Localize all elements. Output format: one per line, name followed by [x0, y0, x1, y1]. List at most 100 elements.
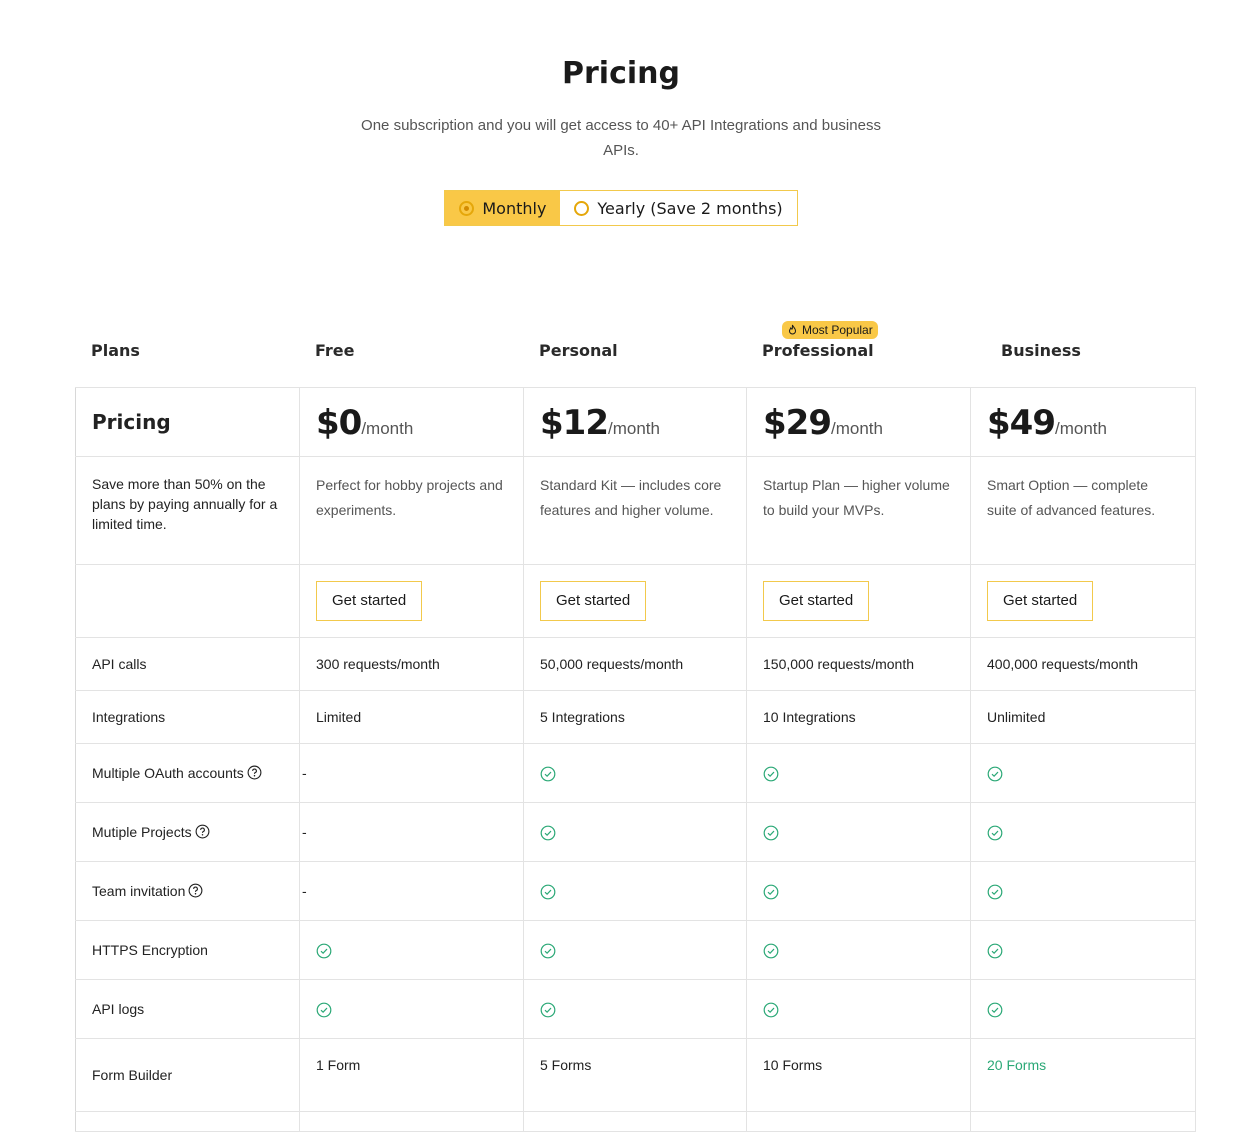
price-amount: $29 — [763, 403, 832, 443]
feature-value: 5 Integrations — [523, 690, 747, 744]
feature-label-cell: Mutiple Projects — [75, 802, 300, 862]
feature-label: HTTPS Encryption — [75, 920, 300, 980]
check-circle-icon — [540, 825, 556, 841]
get-started-business-button[interactable]: Get started — [987, 581, 1094, 621]
billing-toggle: Monthly Yearly (Save 2 months) — [444, 190, 798, 226]
help-circle-icon[interactable] — [247, 765, 262, 780]
cta-cell: Get started — [523, 564, 747, 638]
feature-value: 10 Integrations — [746, 690, 971, 744]
most-popular-badge-label: Most Popular — [802, 323, 873, 337]
pricing-table: Pricing $0/month $12/month $29/month $49… — [75, 387, 1196, 1132]
check-circle-icon — [763, 766, 779, 782]
feature-value: 400,000 requests/month — [970, 637, 1196, 691]
page-subtitle: One subscription and you will get access… — [361, 117, 881, 159]
check-circle-icon — [987, 766, 1003, 782]
table-cell — [523, 1111, 747, 1132]
get-started-free-button[interactable]: Get started — [316, 581, 423, 621]
radio-unselected-icon — [574, 200, 590, 216]
feature-row-oauth: Multiple OAuth accounts - — [75, 743, 1196, 803]
price-period: /month — [830, 419, 883, 438]
pricing-row: Pricing $0/month $12/month $29/month $49… — [75, 387, 1196, 457]
billing-option-monthly[interactable]: Monthly — [445, 191, 561, 225]
check-circle-icon — [987, 884, 1003, 900]
feature-value — [970, 920, 1196, 980]
feature-row-https: HTTPS Encryption — [75, 920, 1196, 980]
plan-description-free: Perfect for hobby projects and experimen… — [299, 456, 524, 565]
table-cell — [75, 1111, 300, 1132]
feature-value: 300 requests/month — [299, 637, 524, 691]
check-circle-icon — [763, 1002, 779, 1018]
feature-label: API calls — [75, 637, 300, 691]
billing-option-monthly-label: Monthly — [482, 198, 547, 218]
feature-value: 20 Forms — [970, 1038, 1196, 1112]
price-period: /month — [1054, 419, 1107, 438]
plan-name-professional: Most Popular Professional — [746, 316, 970, 387]
feature-value: - — [299, 743, 524, 803]
feature-value — [746, 743, 971, 803]
feature-value: 1 Form — [299, 1038, 524, 1112]
annual-savings-note: Save more than 50% on the plans by payin… — [75, 456, 300, 565]
feature-value: Unlimited — [970, 690, 1196, 744]
price-professional: $29/month — [746, 387, 971, 457]
table-cell — [970, 1111, 1196, 1132]
feature-value: - — [299, 802, 524, 862]
feature-row-api-logs: API logs — [75, 979, 1196, 1039]
price-business: $49/month — [970, 387, 1196, 457]
feature-row-form-builder: Form Builder 1 Form 5 Forms 10 Forms 20 … — [75, 1038, 1196, 1112]
billing-option-yearly[interactable]: Yearly (Save 2 months) — [560, 191, 796, 225]
check-circle-icon — [763, 825, 779, 841]
description-row: Save more than 50% on the plans by payin… — [75, 456, 1196, 565]
feature-row-api-calls: API calls 300 requests/month 50,000 requ… — [75, 637, 1196, 691]
plan-description-professional: Startup Plan — higher volume to build yo… — [746, 456, 971, 565]
get-started-personal-button[interactable]: Get started — [540, 581, 647, 621]
get-started-professional-button[interactable]: Get started — [763, 581, 870, 621]
feature-row-next — [75, 1111, 1196, 1132]
check-circle-icon — [540, 884, 556, 900]
check-circle-icon — [540, 943, 556, 959]
feature-value — [970, 979, 1196, 1039]
page-title: Pricing — [562, 56, 680, 91]
plans-column-label: Plans — [91, 341, 140, 360]
cta-cell: Get started — [970, 564, 1196, 638]
feature-value — [970, 861, 1196, 921]
check-circle-icon — [763, 943, 779, 959]
hero: Pricing One subscription and you will ge… — [0, 0, 1242, 226]
feature-value — [523, 743, 747, 803]
plan-name-personal: Personal — [539, 341, 618, 360]
feature-value: 10 Forms — [746, 1038, 971, 1112]
billing-option-yearly-label: Yearly (Save 2 months) — [597, 198, 783, 218]
table-cell — [746, 1111, 971, 1132]
help-circle-icon[interactable] — [195, 824, 210, 839]
price-free: $0/month — [299, 387, 524, 457]
feature-value — [746, 920, 971, 980]
check-circle-icon — [540, 1002, 556, 1018]
feature-label-cell: Multiple OAuth accounts — [75, 743, 300, 803]
help-circle-icon[interactable] — [188, 883, 203, 898]
feature-row-integrations: Integrations Limited 5 Integrations 10 I… — [75, 690, 1196, 744]
feature-value — [523, 802, 747, 862]
feature-value — [523, 979, 747, 1039]
feature-row-team: Team invitation - — [75, 861, 1196, 921]
feature-label: API logs — [75, 979, 300, 1039]
feature-label: Team invitation — [92, 883, 186, 899]
feature-value: - — [299, 861, 524, 921]
feature-value — [970, 802, 1196, 862]
feature-label-cell: Team invitation — [75, 861, 300, 921]
check-circle-icon — [540, 766, 556, 782]
plan-name-business: Business — [1001, 341, 1081, 360]
cta-cell: Get started — [299, 564, 524, 638]
feature-value — [299, 920, 524, 980]
price-amount: $12 — [540, 403, 609, 443]
plan-header-row: Plans Free Personal Most Popular Profess… — [75, 316, 1195, 387]
price-amount: $0 — [316, 403, 362, 443]
feature-label: Multiple OAuth accounts — [92, 765, 244, 781]
radio-selected-icon — [459, 200, 475, 216]
check-circle-icon — [316, 943, 332, 959]
price-period: /month — [361, 419, 414, 438]
plan-name-professional-label: Professional — [762, 341, 874, 360]
check-circle-icon — [987, 1002, 1003, 1018]
feature-value: Limited — [299, 690, 524, 744]
cta-row: Get started Get started Get started Get … — [75, 564, 1196, 638]
feature-row-projects: Mutiple Projects - — [75, 802, 1196, 862]
feature-label: Form Builder — [75, 1038, 300, 1112]
